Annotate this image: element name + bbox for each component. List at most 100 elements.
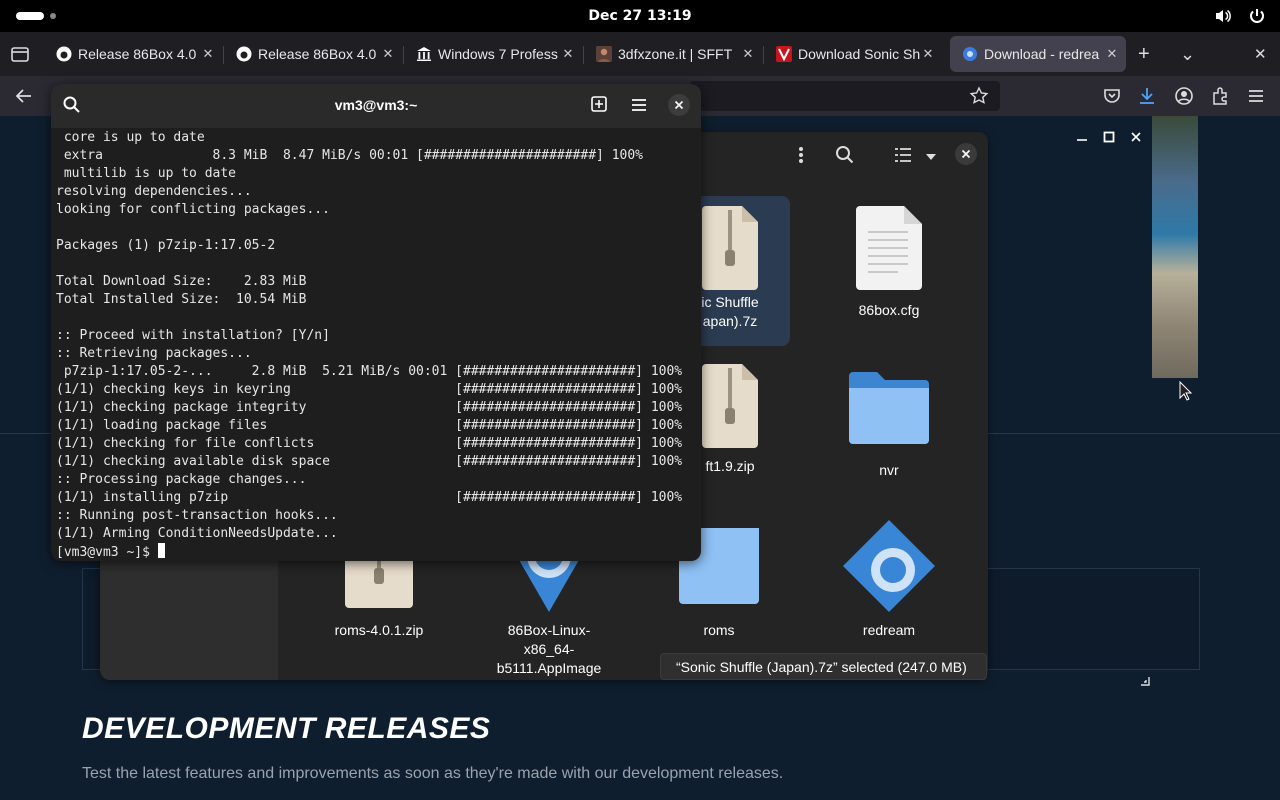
maximize-icon[interactable] [1103, 130, 1115, 146]
files-close-button[interactable] [955, 143, 977, 165]
terminal-line: :: Retrieving packages... [56, 346, 252, 361]
resize-handle-icon[interactable] [1140, 676, 1150, 689]
terminal-line: resolving dependencies... [56, 184, 252, 199]
close-icon[interactable] [1130, 130, 1142, 146]
clock[interactable]: Dec 27 13:19 [0, 0, 1280, 32]
archive-file-icon [702, 364, 758, 448]
prompt-text: [vm3@vm3 ~]$ [56, 545, 158, 560]
file-item[interactable]: redream [829, 520, 949, 640]
hamburger-menu-icon[interactable] [631, 97, 647, 118]
hero-image [1152, 116, 1198, 378]
terminal-line: (1/1) installing p7zip [################… [56, 490, 683, 505]
tab-title: Release 86Box 4.0 [258, 46, 377, 62]
list-view-icon[interactable] [894, 146, 912, 169]
terminal-line: Total Download Size: 2.83 MiB [56, 274, 307, 289]
close-tab-icon[interactable]: ✕ [200, 46, 216, 62]
system-top-bar: Dec 27 13:19 [0, 0, 1280, 32]
extensions-icon[interactable] [1210, 86, 1230, 106]
terminal-line: :: Running post-transaction hooks... [56, 508, 338, 523]
browser-tab[interactable]: 3dfxzone.it | SFFT ✕ [584, 36, 762, 72]
redream-icon [962, 46, 978, 62]
terminal-line: Total Installed Size: 10.54 MiB [56, 292, 307, 307]
minimize-icon[interactable] [1076, 130, 1088, 146]
text-cursor [157, 543, 165, 558]
archive-file-icon [702, 206, 758, 290]
volume-icon[interactable] [1214, 7, 1232, 25]
close-icon: ✕ [1254, 46, 1267, 63]
tab-title: Download - redrea [984, 46, 1100, 62]
terminal-window[interactable]: vm3@vm3:~ core is up to date extra 8.3 M… [51, 84, 701, 561]
browser-tab[interactable]: Release 86Box 4.0 ✕ [224, 36, 402, 72]
power-icon[interactable] [1248, 7, 1266, 25]
terminal-line: (1/1) Arming ConditionNeedsUpdate... [56, 526, 338, 541]
archive-icon [416, 46, 432, 62]
bookmark-star-icon[interactable] [969, 86, 989, 106]
terminal-close-button[interactable] [668, 94, 690, 116]
github-icon [56, 46, 72, 62]
close-tab-icon[interactable]: ✕ [1104, 46, 1120, 62]
terminal-line: multilib is up to date [56, 166, 237, 181]
file-item[interactable]: nvr [829, 368, 949, 480]
close-tab-icon[interactable]: ✕ [560, 46, 576, 62]
plus-icon: + [1138, 42, 1150, 65]
terminal-line: (1/1) loading package files [###########… [56, 418, 683, 433]
browser-tab[interactable]: Download Sonic Sh ✕ [764, 36, 942, 72]
folder-icon [849, 372, 929, 444]
tab-title: Windows 7 Profess [438, 46, 558, 62]
url-bar[interactable] [690, 81, 1000, 111]
terminal-prompt[interactable]: [vm3@vm3 ~]$ [56, 543, 698, 561]
file-label: nvr [879, 462, 899, 478]
tab-list-icon[interactable] [8, 42, 32, 66]
hamburger-menu-icon[interactable] [1246, 86, 1266, 106]
view-options-chevron-icon[interactable] [925, 149, 937, 167]
pocket-icon[interactable] [1102, 86, 1122, 106]
terminal-line: p7zip-1:17.05-2-... 2.8 MiB 5.21 MiB/s 0… [56, 364, 683, 379]
file-label: redream [862, 622, 916, 638]
tab-title: 3dfxzone.it | SFFT [618, 46, 733, 62]
search-icon[interactable] [835, 145, 855, 170]
file-item[interactable]: 86box.cfg [829, 206, 949, 320]
terminal-line: looking for conflicting packages... [56, 202, 330, 217]
new-tab-icon[interactable] [591, 96, 607, 117]
avatar-icon [596, 46, 612, 62]
terminal-output[interactable]: core is up to date extra 8.3 MiB 8.47 Mi… [56, 129, 698, 561]
system-tray[interactable] [1214, 7, 1266, 25]
gear-app-icon [843, 520, 935, 612]
section-description: Test the latest features and improvement… [82, 765, 784, 782]
close-tab-icon[interactable]: ✕ [740, 46, 756, 62]
file-label: 86box.cfg [858, 302, 920, 318]
browser-tab-bar: Release 86Box 4.0 ✕ Release 86Box 4.0 ✕ … [0, 32, 1280, 76]
terminal-line: (1/1) checking for file conflicts [#####… [56, 436, 683, 451]
browser-tab-active[interactable]: Download - redrea ✕ [950, 36, 1126, 72]
new-tab-button[interactable]: + [1138, 36, 1150, 72]
account-icon[interactable] [1174, 86, 1194, 106]
terminal-line: core is up to date [56, 130, 205, 145]
file-label: 86Box-Linux- x86_64- b5111.AppImage [496, 622, 602, 676]
close-tab-icon[interactable]: ✕ [380, 46, 396, 62]
close-tab-icon[interactable]: ✕ [920, 46, 936, 62]
mouse-pointer-icon [1179, 380, 1193, 401]
tab-overflow-button[interactable]: ⌄ [1180, 36, 1195, 72]
back-arrow-icon[interactable] [14, 86, 34, 106]
selection-status: “Sonic Shuffle (Japan).7z” selected (247… [660, 653, 987, 680]
file-label: roms [703, 622, 735, 638]
terminal-line: :: Proceed with installation? [Y/n] [56, 328, 330, 343]
tab-title: Download Sonic Sh [798, 46, 920, 62]
close-window-button[interactable]: ✕ [1254, 36, 1267, 72]
browser-tab[interactable]: Release 86Box 4.0 ✕ [44, 36, 222, 72]
terminal-header-bar: vm3@vm3:~ [51, 84, 701, 128]
more-options-icon[interactable] [798, 145, 804, 170]
terminal-line: Packages (1) p7zip-1:17.05-2 [56, 238, 276, 253]
terminal-line: (1/1) checking available disk space [###… [56, 454, 683, 469]
v-logo-icon [776, 46, 792, 62]
github-icon [236, 46, 252, 62]
section-heading: DEVELOPMENT RELEASES [82, 712, 491, 745]
tab-title: Release 86Box 4.0 [78, 46, 197, 62]
file-label: roms-4.0.1.zip [334, 622, 424, 638]
terminal-line: (1/1) checking package integrity [######… [56, 400, 683, 415]
downloads-icon[interactable] [1137, 86, 1157, 106]
browser-tab[interactable]: Windows 7 Profess ✕ [404, 36, 582, 72]
